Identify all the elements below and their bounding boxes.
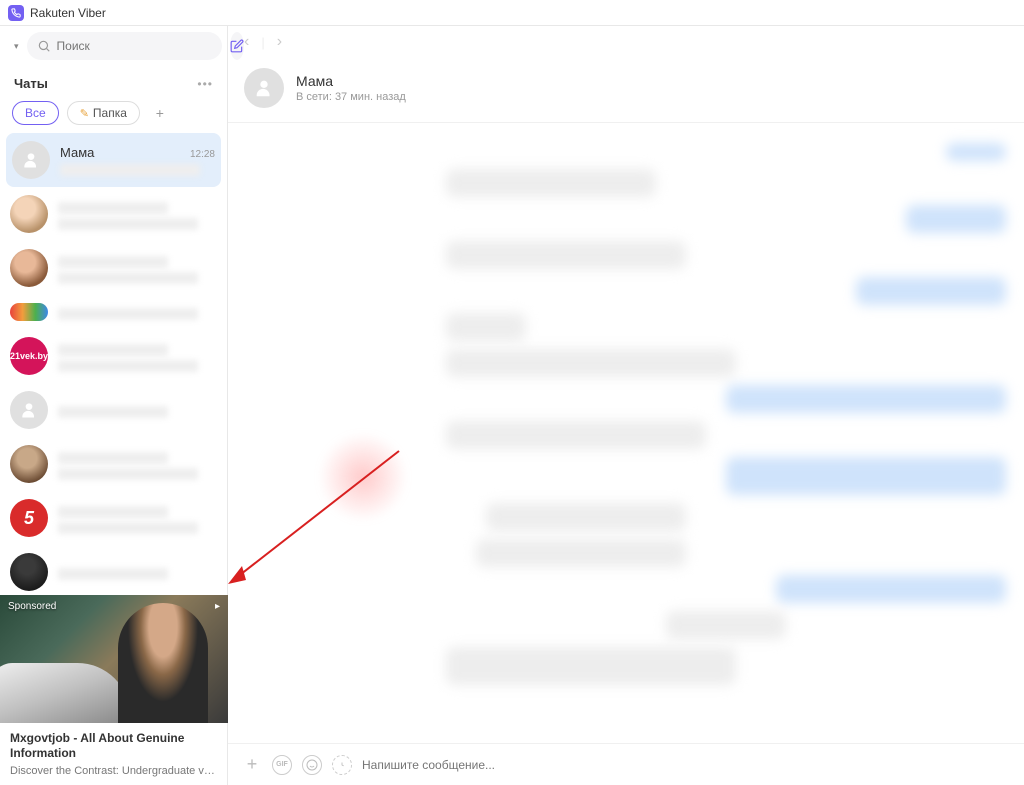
message-in-blurred (666, 611, 786, 639)
message-in-blurred (446, 241, 686, 269)
more-icon[interactable]: ••• (197, 77, 213, 91)
chat-preview-blurred (58, 272, 198, 284)
message-in-blurred (446, 313, 526, 341)
chat-avatar: 5 (10, 499, 48, 537)
sponsored-desc: Discover the Contrast: Undergraduate vs … (10, 765, 217, 777)
chat-avatar (12, 141, 50, 179)
chat-header: Мама В сети: 37 мин. назад (228, 58, 1024, 123)
timer-icon[interactable] (332, 755, 352, 775)
sponsored-person-graphic (118, 603, 208, 723)
chat-item-active[interactable]: Мама 12:28 (6, 133, 221, 187)
sidebar: ▾ Чаты ••• Все ✎ Папка + (0, 26, 228, 785)
message-in-blurred (476, 539, 686, 567)
filter-all-label: Все (25, 106, 46, 120)
chat-item[interactable] (0, 187, 227, 241)
chat-avatar: 21vek.by (10, 337, 48, 375)
message-out-blurred (906, 205, 1006, 233)
chat-preview-blurred (58, 256, 168, 268)
chat-avatar (10, 445, 48, 483)
sponsored-label: Sponsored (8, 601, 56, 612)
chat-header-avatar[interactable] (244, 68, 284, 108)
search-icon (37, 39, 51, 53)
chat-preview-blurred (58, 344, 168, 356)
message-in-blurred (446, 169, 656, 197)
chat-item[interactable]: 21vek.by (0, 329, 227, 383)
play-icon: ▸ (215, 601, 220, 612)
pencil-icon: ✎ (80, 107, 89, 120)
chat-avatar (10, 249, 48, 287)
search-input[interactable] (57, 39, 212, 53)
chat-item[interactable] (0, 383, 227, 437)
chat-name: Мама (60, 145, 94, 160)
attach-plus-icon[interactable]: + (242, 755, 262, 775)
nav-bar: ‹ | › (228, 26, 1024, 58)
chat-header-name: Мама (296, 73, 406, 89)
window-title: Rakuten Viber (30, 6, 106, 20)
message-in-blurred (446, 349, 736, 377)
chat-preview-blurred (58, 308, 198, 320)
filter-folder-label: Папка (93, 106, 127, 120)
sidebar-top-bar: ▾ (0, 26, 227, 66)
nav-back-icon[interactable]: ‹ (240, 33, 253, 51)
message-out-blurred (946, 143, 1006, 161)
chat-item[interactable] (0, 545, 227, 595)
chat-preview-blurred (58, 506, 168, 518)
message-in-blurred (446, 421, 706, 449)
main-panel: ‹ | › Мама В сети: 37 мин. назад (228, 26, 1024, 785)
chat-preview-blurred (58, 360, 198, 372)
chat-item[interactable]: 5 (0, 491, 227, 545)
nav-separator: | (261, 35, 264, 50)
chats-title: Чаты (14, 76, 48, 91)
chat-avatar (10, 553, 48, 591)
viber-app-icon (8, 5, 24, 21)
chat-preview-blurred (58, 202, 168, 214)
message-out-blurred (726, 385, 1006, 413)
chat-preview-blurred (58, 468, 198, 480)
chat-preview-blurred (58, 218, 198, 230)
chats-header: Чаты ••• (0, 66, 227, 97)
message-area[interactable] (228, 123, 1024, 743)
message-out-blurred (776, 575, 1006, 603)
message-out-blurred (726, 457, 1006, 495)
chat-time: 12:28 (190, 149, 215, 160)
filter-folder[interactable]: ✎ Папка (67, 101, 140, 125)
message-in-blurred (446, 647, 736, 685)
message-composer: + GIF (228, 743, 1024, 785)
sponsored-car-graphic (0, 663, 130, 723)
chat-item[interactable] (0, 437, 227, 491)
chat-avatar (10, 195, 48, 233)
filter-all[interactable]: Все (12, 101, 59, 125)
search-box[interactable] (27, 32, 222, 60)
sticker-icon[interactable] (302, 755, 322, 775)
gif-icon[interactable]: GIF (272, 755, 292, 775)
chat-item[interactable] (0, 241, 227, 295)
sponsored-text: Mxgovtjob - All About Genuine Informatio… (0, 723, 227, 785)
sponsored-title: Mxgovtjob - All About Genuine Informatio… (10, 731, 217, 762)
sponsored-ad[interactable]: Sponsored ▸ Mxgovtjob - All About Genuin… (0, 595, 227, 785)
chat-item[interactable] (0, 295, 227, 329)
profile-dropdown-icon[interactable]: ▾ (14, 41, 19, 52)
chat-preview-blurred (58, 568, 168, 580)
chat-avatar (10, 391, 48, 429)
chat-list: Мама 12:28 21vek.by 5 (0, 133, 227, 595)
window-titlebar: Rakuten Viber (0, 0, 1024, 26)
nav-forward-icon[interactable]: › (273, 33, 286, 51)
sponsored-image: Sponsored ▸ (0, 595, 228, 723)
message-in-blurred (486, 503, 686, 531)
chat-preview-blurred (58, 452, 168, 464)
chat-header-status: В сети: 37 мин. назад (296, 91, 406, 103)
message-out-blurred (856, 277, 1006, 305)
chat-preview-blurred (58, 522, 198, 534)
chat-avatar (10, 303, 48, 321)
message-input[interactable] (362, 758, 1010, 772)
add-folder-button[interactable]: + (148, 101, 172, 125)
filter-row: Все ✎ Папка + (0, 97, 227, 133)
chat-preview-blurred (60, 164, 200, 176)
chat-preview-blurred (58, 406, 168, 418)
